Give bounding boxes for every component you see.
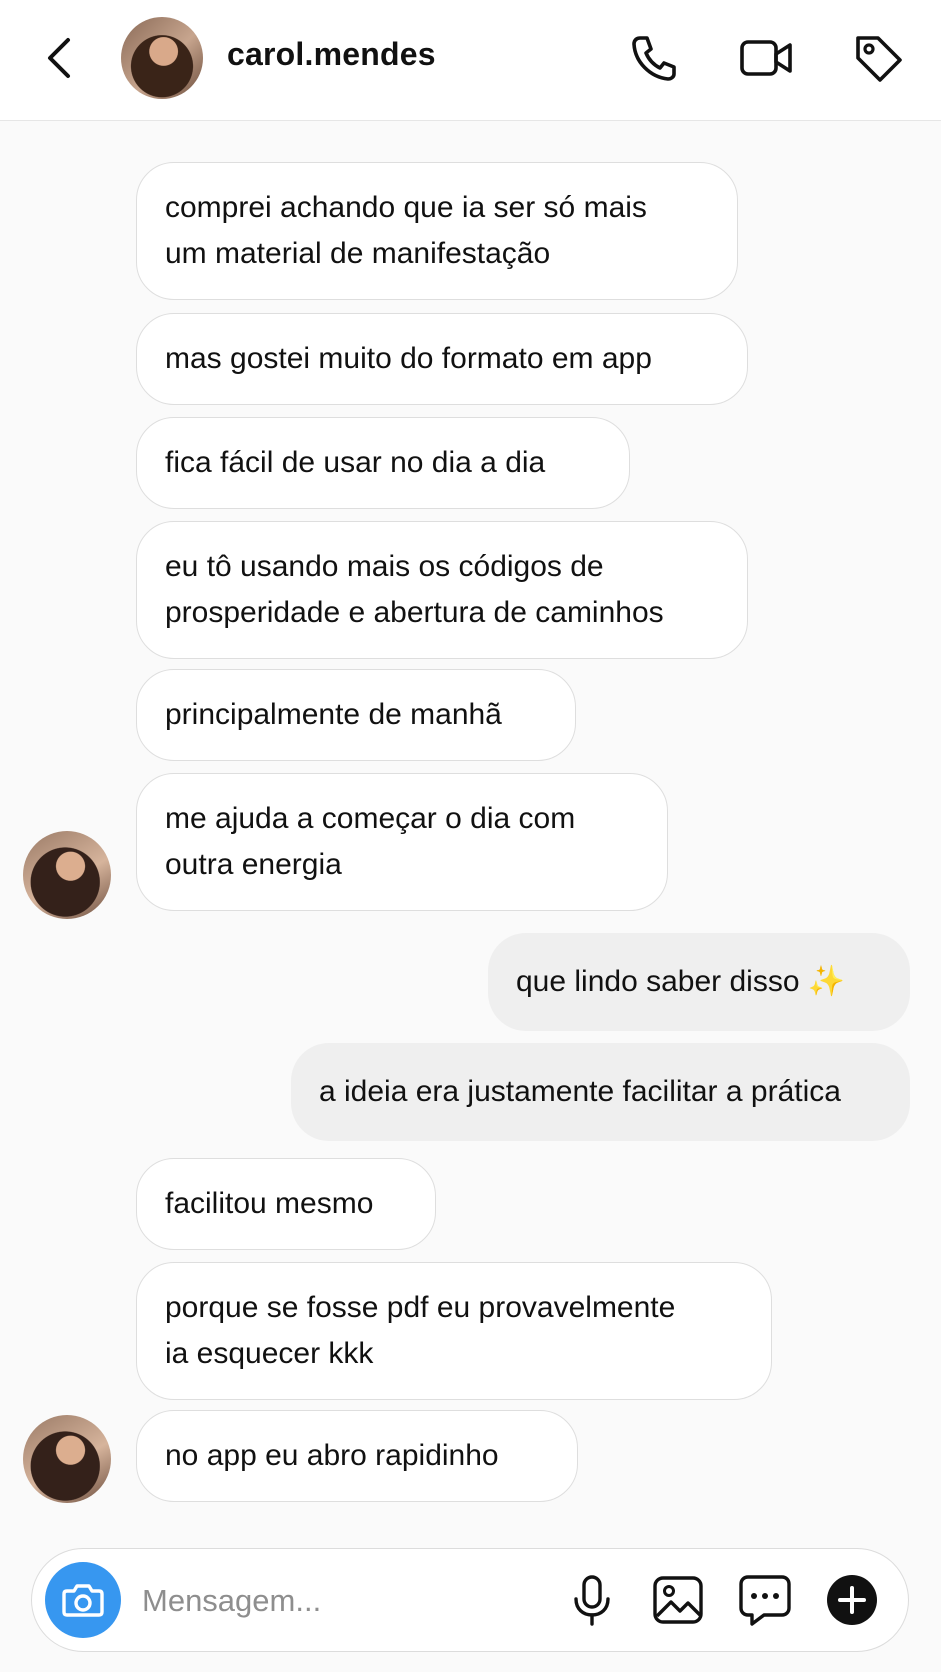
voice-message-button[interactable] xyxy=(563,1571,621,1629)
camera-icon xyxy=(62,1584,104,1617)
video-camera-icon xyxy=(740,40,792,76)
sender-avatar[interactable] xyxy=(23,831,111,919)
message-bubble-incoming[interactable]: eu tô usando mais os códigos de prosperi… xyxy=(136,521,748,659)
message-text: que lindo saber disso ✨ xyxy=(516,965,846,998)
plus-circle-icon xyxy=(827,1575,877,1625)
sender-avatar[interactable] xyxy=(23,1415,111,1503)
message-text: facilitou mesmo xyxy=(165,1187,374,1220)
message-bubble-outgoing[interactable]: a ideia era justamente facilitar a práti… xyxy=(291,1043,910,1141)
message-text: eu tô usando mais os códigos de prosperi… xyxy=(165,550,664,629)
message-bubble-incoming[interactable]: facilitou mesmo xyxy=(136,1158,436,1250)
image-icon xyxy=(653,1576,703,1624)
username[interactable]: carol.mendes xyxy=(227,36,436,73)
message-text: fica fácil de usar no dia a dia xyxy=(165,446,546,479)
message-bubble-outgoing[interactable]: que lindo saber disso ✨ xyxy=(488,933,910,1031)
message-bubble-incoming[interactable]: me ajuda a começar o dia com outra energ… xyxy=(136,773,668,911)
camera-button[interactable] xyxy=(45,1562,121,1638)
sticker-button[interactable] xyxy=(736,1571,794,1629)
message-text: principalmente de manhã xyxy=(165,698,502,731)
message-text: mas gostei muito do formato em app xyxy=(165,342,652,375)
phone-icon xyxy=(632,36,676,81)
message-composer xyxy=(31,1548,909,1652)
tag-icon xyxy=(856,36,902,82)
message-input[interactable] xyxy=(140,1571,544,1631)
message-bubble-incoming[interactable]: comprei achando que ia ser só mais um ma… xyxy=(136,162,738,300)
message-bubble-incoming[interactable]: mas gostei muito do formato em app xyxy=(136,313,748,405)
chevron-left-icon xyxy=(48,38,70,78)
message-bubble-incoming[interactable]: principalmente de manhã xyxy=(136,669,576,761)
message-bubble-incoming[interactable]: porque se fosse pdf eu provavelmente ia … xyxy=(136,1262,772,1400)
chat-header: carol.mendes xyxy=(0,0,941,121)
gallery-button[interactable] xyxy=(649,1571,707,1629)
message-bubble-incoming[interactable]: fica fácil de usar no dia a dia xyxy=(136,417,630,509)
message-text: me ajuda a começar o dia com outra energ… xyxy=(165,802,576,881)
message-text: porque se fosse pdf eu provavelmente ia … xyxy=(165,1291,676,1370)
message-bubble-incoming[interactable]: no app eu abro rapidinho xyxy=(136,1410,578,1502)
tag-button[interactable] xyxy=(850,30,906,86)
avatar[interactable] xyxy=(121,17,203,99)
microphone-icon xyxy=(574,1575,610,1626)
more-options-button[interactable] xyxy=(823,1571,881,1629)
message-text: no app eu abro rapidinho xyxy=(165,1439,499,1472)
message-text: comprei achando que ia ser só mais um ma… xyxy=(165,191,647,270)
video-call-button[interactable] xyxy=(738,30,794,86)
message-text: a ideia era justamente facilitar a práti… xyxy=(319,1075,841,1108)
back-button[interactable] xyxy=(36,30,84,86)
sticker-icon xyxy=(739,1575,791,1626)
voice-call-button[interactable] xyxy=(626,30,682,86)
